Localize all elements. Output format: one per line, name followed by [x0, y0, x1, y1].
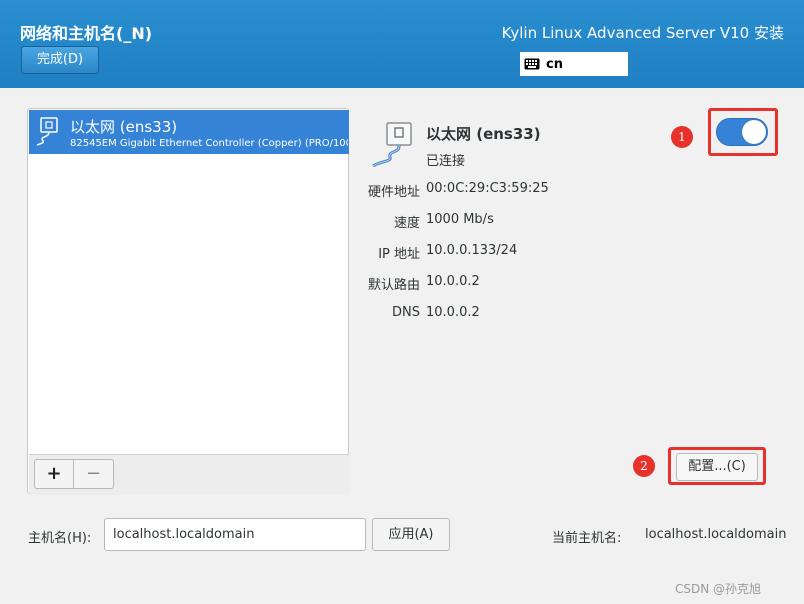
hostname-label: 主机名(H):: [28, 531, 92, 546]
ip-address-label: IP 地址: [378, 247, 420, 262]
device-name: 以太网 (ens33): [70, 118, 178, 136]
done-button[interactable]: 完成(D): [21, 46, 99, 74]
ethernet-icon: [36, 117, 58, 146]
dns-value: 10.0.0.2: [426, 305, 480, 320]
product-name: Kylin Linux Advanced Server V10 安装: [501, 24, 784, 42]
add-device-button[interactable]: +: [34, 459, 74, 489]
speed-value: 1000 Mb/s: [426, 212, 494, 227]
keyboard-layout-label: cn: [546, 56, 563, 72]
device-title: 以太网 (ens33): [426, 125, 541, 143]
annotation-badge-1: 1: [671, 126, 693, 148]
annotation-highlight-toggle: [708, 108, 778, 156]
page-title: 网络和主机名(_N): [20, 24, 153, 43]
default-route-value: 10.0.0.2: [426, 274, 480, 289]
connection-status: 已连接: [426, 154, 466, 169]
apply-button[interactable]: 应用(A): [372, 518, 450, 551]
keyboard-icon: [524, 58, 540, 70]
speed-label: 速度: [393, 216, 420, 231]
list-toolbar: + −: [29, 454, 349, 495]
current-hostname-label: 当前主机名:: [552, 531, 622, 546]
default-route-label: 默认路由: [367, 278, 420, 293]
watermark: CSDN @孙克旭: [675, 582, 762, 596]
device-description: 82545EM Gigabit Ethernet Controller (Cop…: [70, 138, 348, 149]
remove-device-button[interactable]: −: [74, 459, 114, 489]
annotation-badge-2: 2: [633, 455, 655, 477]
hardware-address-label: 硬件地址: [367, 185, 420, 200]
current-hostname-value: localhost.localdomain: [645, 527, 787, 542]
hardware-address-value: 00:0C:29:C3:59:25: [426, 181, 549, 196]
ip-address-value: 10.0.0.133/24: [426, 243, 518, 258]
ethernet-icon-large: [372, 122, 412, 168]
hostname-input[interactable]: [104, 518, 366, 551]
header-bar: [0, 0, 804, 88]
dns-label: DNS: [392, 305, 420, 320]
keyboard-layout-indicator[interactable]: cn: [520, 52, 628, 76]
network-device-list: 以太网 (ens33) 82545EM Gigabit Ethernet Con…: [27, 108, 349, 495]
list-item[interactable]: 以太网 (ens33) 82545EM Gigabit Ethernet Con…: [29, 110, 349, 154]
annotation-highlight-configure: [668, 447, 766, 485]
